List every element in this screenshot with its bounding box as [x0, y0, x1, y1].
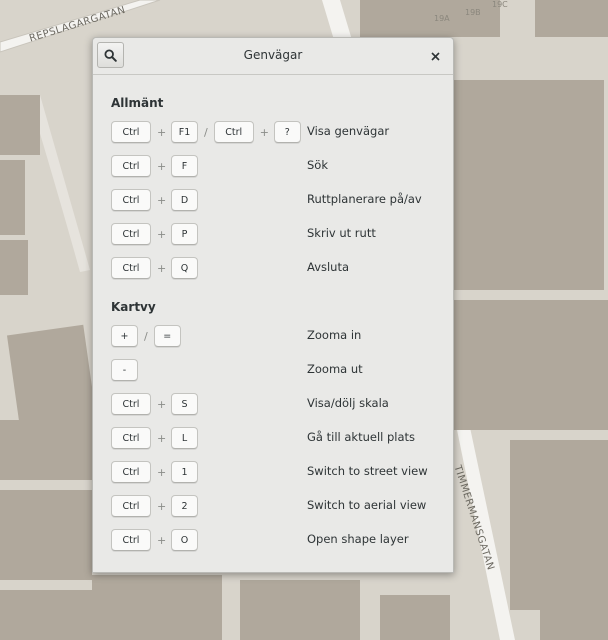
key-cap: -	[111, 359, 138, 381]
key-cap: Ctrl	[111, 495, 151, 517]
house-number: 19B	[465, 8, 481, 17]
key-cap: Ctrl	[111, 393, 151, 415]
shortcut-description: Switch to street view	[307, 464, 428, 478]
section-title-kartvy: Kartvy	[111, 300, 156, 314]
key-cap: Ctrl	[213, 121, 254, 143]
shortcut-keys: -	[111, 358, 138, 382]
shortcut-keys: Ctrl + O	[111, 528, 198, 552]
key-cap: O	[171, 529, 198, 551]
key-cap: =	[153, 325, 181, 347]
shortcut-description: Visa/dölj skala	[307, 396, 389, 410]
plus-separator: +	[157, 227, 167, 241]
close-icon	[430, 51, 440, 61]
key-cap: +	[111, 325, 138, 347]
plus-separator: +	[157, 159, 167, 173]
shortcut-keys: Ctrl + F1 / Ctrl + ?	[111, 120, 301, 144]
shortcut-row: Ctrl + P Skriv ut rutt	[111, 222, 441, 246]
shortcut-row: Ctrl + D Ruttplanerare på/av	[111, 188, 441, 212]
plus-separator: +	[157, 125, 167, 139]
shortcut-row: Ctrl + L Gå till aktuell plats	[111, 426, 441, 450]
plus-separator: +	[157, 397, 167, 411]
plus-separator: +	[157, 499, 167, 513]
shortcut-keys: Ctrl + D	[111, 188, 198, 212]
shortcut-description: Gå till aktuell plats	[307, 430, 416, 444]
shortcut-description: Visa genvägar	[307, 124, 390, 138]
slash-separator: /	[144, 329, 148, 343]
shortcut-keys: Ctrl + F	[111, 154, 198, 178]
shortcuts-dialog: Genvägar Allmänt Ctrl + F1 / Ctrl + ? Vi…	[92, 37, 454, 573]
dialog-title: Genvägar	[243, 48, 303, 62]
shortcut-description: Switch to aerial view	[307, 498, 427, 512]
key-cap: S	[171, 393, 198, 415]
shortcut-keys: Ctrl + P	[111, 222, 198, 246]
key-cap: Q	[171, 257, 198, 279]
key-cap: F	[171, 155, 198, 177]
shortcut-keys: Ctrl + 1	[111, 460, 198, 484]
shortcut-row: Ctrl + F Sök	[111, 154, 441, 178]
shortcut-row: Ctrl + 2 Switch to aerial view	[111, 494, 441, 518]
shortcut-description: Zooma ut	[307, 362, 363, 376]
shortcut-description: Ruttplanerare på/av	[307, 192, 422, 206]
shortcut-keys: Ctrl + L	[111, 426, 198, 450]
shortcut-description: Skriv ut rutt	[307, 226, 376, 240]
slash-separator: /	[204, 125, 208, 139]
key-cap: Ctrl	[111, 155, 151, 177]
key-cap: D	[171, 189, 198, 211]
plus-separator: +	[157, 465, 167, 479]
shortcut-description: Open shape layer	[307, 532, 409, 546]
house-number: 19C	[492, 0, 508, 9]
key-cap: 1	[171, 461, 198, 483]
shortcut-row: + / = Zooma in	[111, 324, 441, 348]
dialog-titlebar: Genvägar	[93, 38, 453, 75]
plus-separator: +	[259, 125, 269, 139]
shortcut-row: - Zooma ut	[111, 358, 441, 382]
plus-separator: +	[157, 193, 167, 207]
shortcut-keys: Ctrl + Q	[111, 256, 198, 280]
key-cap: Ctrl	[111, 461, 151, 483]
shortcut-row: Ctrl + Q Avsluta	[111, 256, 441, 280]
key-cap: Ctrl	[111, 223, 151, 245]
close-button[interactable]	[425, 46, 445, 66]
section-title-allmant: Allmänt	[111, 96, 164, 110]
key-cap: P	[171, 223, 198, 245]
shortcut-keys: Ctrl + S	[111, 392, 198, 416]
key-cap: ?	[273, 121, 301, 143]
shortcut-description: Avsluta	[307, 260, 350, 274]
shortcut-keys: + / =	[111, 324, 181, 348]
key-cap: F1	[171, 121, 198, 143]
key-cap: L	[171, 427, 198, 449]
shortcut-row: Ctrl + S Visa/dölj skala	[111, 392, 441, 416]
key-cap: Ctrl	[111, 189, 151, 211]
key-cap: Ctrl	[111, 529, 151, 551]
shortcut-description: Sök	[307, 158, 328, 172]
shortcut-row: Ctrl + F1 / Ctrl + ? Visa genvägar	[111, 120, 441, 144]
key-cap: 2	[171, 495, 198, 517]
plus-separator: +	[157, 431, 167, 445]
plus-separator: +	[157, 533, 167, 547]
shortcut-row: Ctrl + 1 Switch to street view	[111, 460, 441, 484]
key-cap: Ctrl	[111, 121, 151, 143]
shortcut-description: Zooma in	[307, 328, 362, 342]
shortcut-keys: Ctrl + 2	[111, 494, 198, 518]
house-number: 19A	[434, 14, 450, 23]
key-cap: Ctrl	[111, 427, 151, 449]
shortcut-row: Ctrl + O Open shape layer	[111, 528, 441, 552]
plus-separator: +	[157, 261, 167, 275]
key-cap: Ctrl	[111, 257, 151, 279]
